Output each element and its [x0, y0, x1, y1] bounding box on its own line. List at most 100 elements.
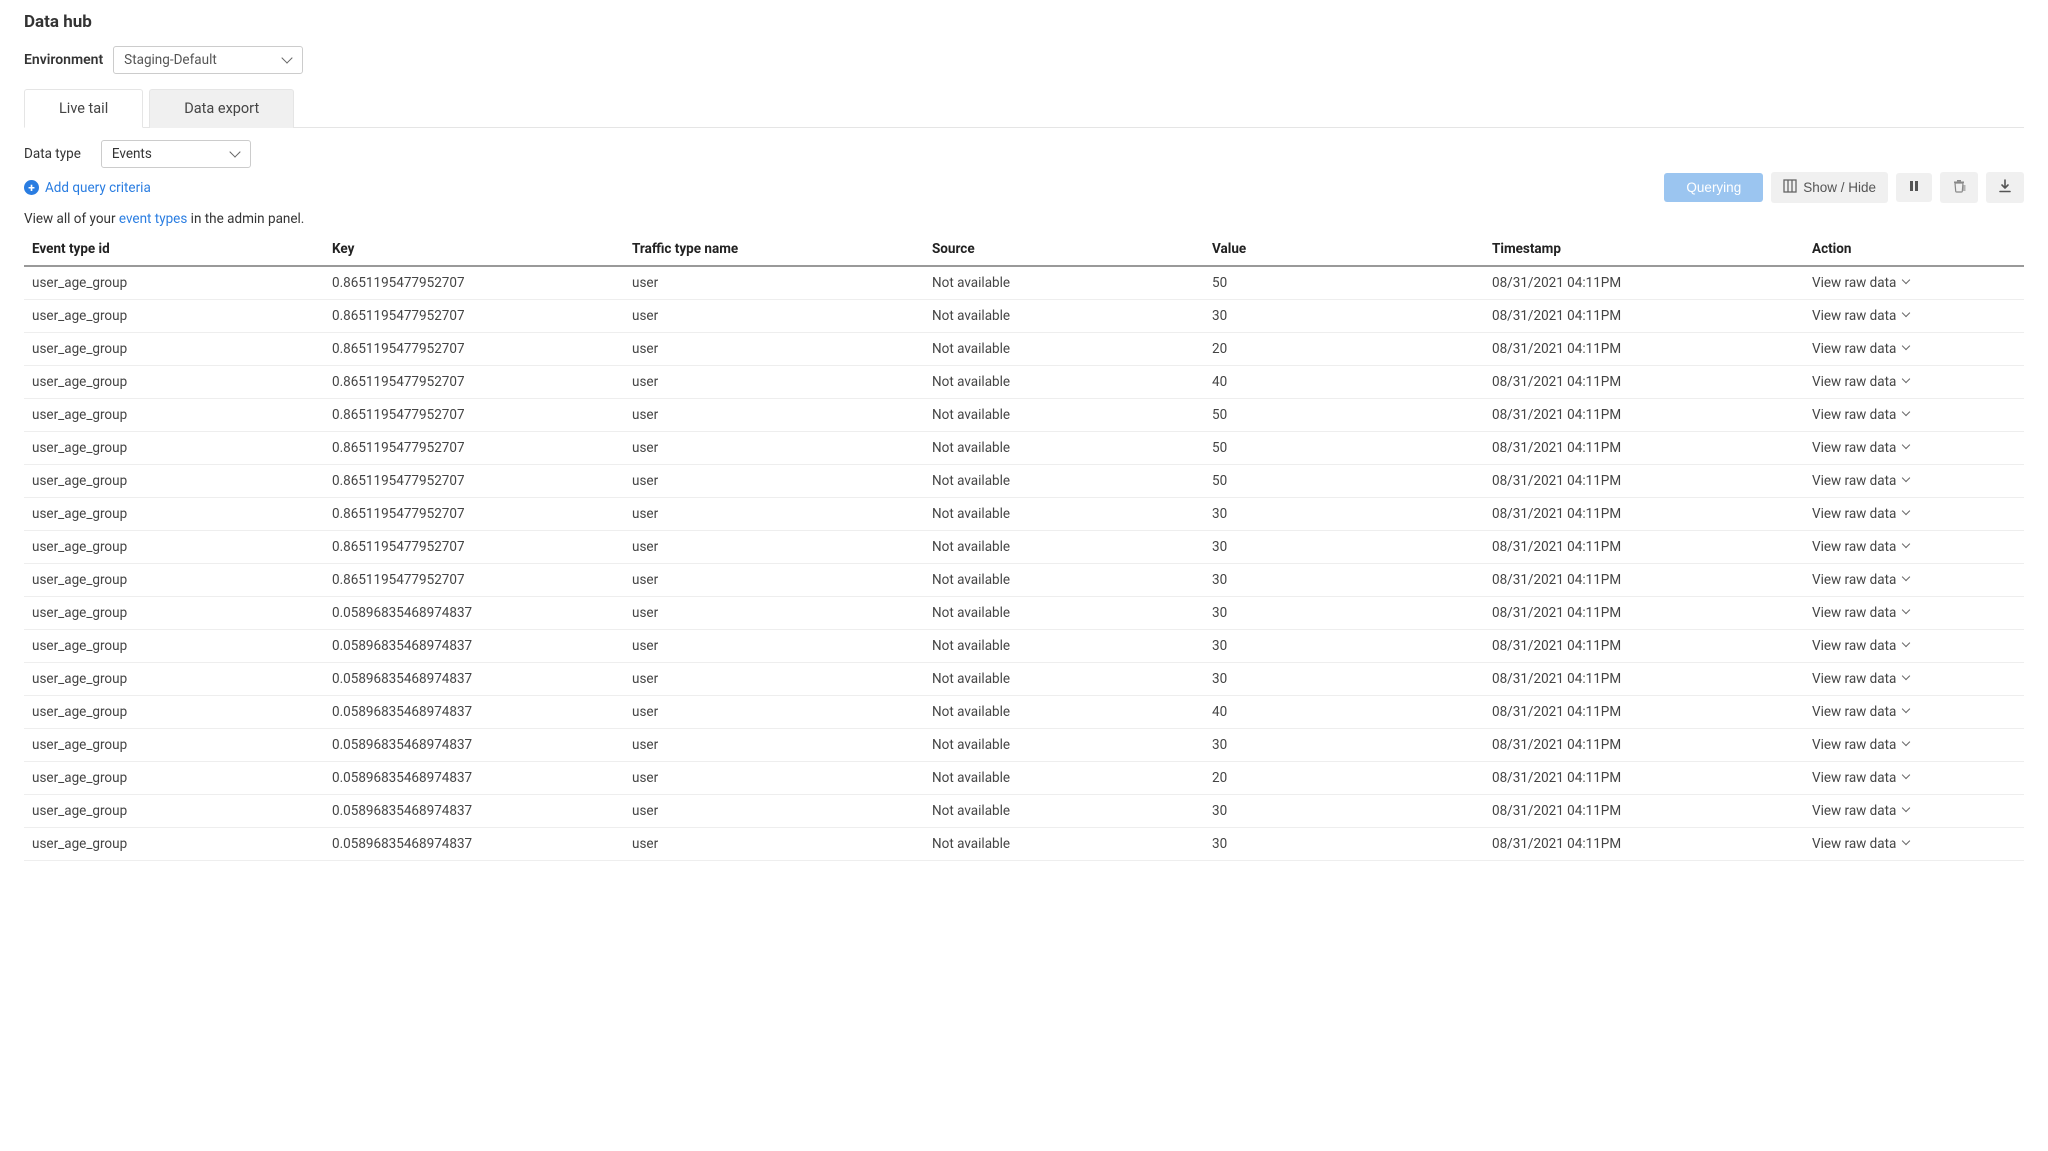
table-row: user_age_group0.05896835468974837userNot…: [24, 762, 2024, 795]
table-row: user_age_group0.8651195477952707userNot …: [24, 399, 2024, 432]
tabs: Live tail Data export: [24, 88, 2024, 128]
controls-row: + Add query criteria Querying Show / Hid…: [24, 172, 2024, 203]
cell-event-type-id: user_age_group: [24, 795, 324, 828]
view-raw-data-toggle[interactable]: View raw data: [1812, 803, 1912, 819]
cell-value: 20: [1204, 762, 1484, 795]
cell-value: 50: [1204, 465, 1484, 498]
cell-action: View raw data: [1804, 399, 2024, 432]
cell-traffic-type-name: user: [624, 828, 924, 861]
table-row: user_age_group0.8651195477952707userNot …: [24, 432, 2024, 465]
cell-source: Not available: [924, 399, 1204, 432]
view-raw-data-toggle[interactable]: View raw data: [1812, 572, 1912, 588]
cell-action: View raw data: [1804, 300, 2024, 333]
view-raw-data-label: View raw data: [1812, 275, 1896, 291]
cell-value: 20: [1204, 333, 1484, 366]
view-raw-data-label: View raw data: [1812, 506, 1896, 522]
event-types-link[interactable]: event types: [119, 211, 187, 227]
cell-source: Not available: [924, 663, 1204, 696]
cell-action: View raw data: [1804, 597, 2024, 630]
view-raw-data-toggle[interactable]: View raw data: [1812, 341, 1912, 357]
cell-event-type-id: user_age_group: [24, 498, 324, 531]
cell-event-type-id: user_age_group: [24, 828, 324, 861]
pause-button[interactable]: [1896, 173, 1932, 202]
view-raw-data-toggle[interactable]: View raw data: [1812, 407, 1912, 423]
view-raw-data-toggle[interactable]: View raw data: [1812, 704, 1912, 720]
cell-event-type-id: user_age_group: [24, 266, 324, 300]
cell-timestamp: 08/31/2021 04:11PM: [1484, 762, 1804, 795]
chevron-down-icon: [1902, 608, 1912, 618]
cell-value: 30: [1204, 531, 1484, 564]
cell-source: Not available: [924, 498, 1204, 531]
chevron-down-icon: [1902, 278, 1912, 288]
cell-value: 50: [1204, 266, 1484, 300]
cell-action: View raw data: [1804, 795, 2024, 828]
table-row: user_age_group0.8651195477952707userNot …: [24, 366, 2024, 399]
view-raw-data-toggle[interactable]: View raw data: [1812, 506, 1912, 522]
plus-circle-icon: +: [24, 180, 39, 195]
col-timestamp: Timestamp: [1484, 233, 1804, 266]
environment-row: Environment Staging-Default: [24, 46, 2024, 74]
download-button[interactable]: [1986, 172, 2024, 203]
cell-action: View raw data: [1804, 333, 2024, 366]
view-raw-data-toggle[interactable]: View raw data: [1812, 308, 1912, 324]
environment-value: Staging-Default: [124, 52, 217, 68]
cell-value: 30: [1204, 630, 1484, 663]
chevron-down-icon: [1902, 443, 1912, 453]
cell-timestamp: 08/31/2021 04:11PM: [1484, 597, 1804, 630]
cell-traffic-type-name: user: [624, 663, 924, 696]
view-raw-data-toggle[interactable]: View raw data: [1812, 638, 1912, 654]
view-raw-data-toggle[interactable]: View raw data: [1812, 836, 1912, 852]
col-source: Source: [924, 233, 1204, 266]
cell-action: View raw data: [1804, 432, 2024, 465]
view-raw-data-toggle[interactable]: View raw data: [1812, 440, 1912, 456]
cell-event-type-id: user_age_group: [24, 729, 324, 762]
view-raw-data-toggle[interactable]: View raw data: [1812, 374, 1912, 390]
cell-value: 30: [1204, 564, 1484, 597]
view-raw-data-toggle[interactable]: View raw data: [1812, 275, 1912, 291]
querying-button[interactable]: Querying: [1664, 173, 1763, 202]
trash-icon: [1952, 179, 1966, 196]
cell-source: Not available: [924, 597, 1204, 630]
table-row: user_age_group0.05896835468974837userNot…: [24, 828, 2024, 861]
data-type-select[interactable]: Events: [101, 140, 251, 168]
view-raw-data-label: View raw data: [1812, 737, 1896, 753]
environment-select[interactable]: Staging-Default: [113, 46, 303, 74]
cell-event-type-id: user_age_group: [24, 630, 324, 663]
view-raw-data-label: View raw data: [1812, 440, 1896, 456]
view-raw-data-toggle[interactable]: View raw data: [1812, 737, 1912, 753]
cell-event-type-id: user_age_group: [24, 762, 324, 795]
chevron-down-icon: [1902, 773, 1912, 783]
show-hide-button[interactable]: Show / Hide: [1771, 172, 1888, 203]
pause-icon: [1908, 180, 1920, 195]
cell-key: 0.8651195477952707: [324, 465, 624, 498]
data-type-label: Data type: [24, 146, 81, 162]
view-raw-data-toggle[interactable]: View raw data: [1812, 473, 1912, 489]
cell-value: 50: [1204, 432, 1484, 465]
chevron-down-icon: [1902, 575, 1912, 585]
cell-source: Not available: [924, 564, 1204, 597]
tab-live-tail[interactable]: Live tail: [24, 89, 143, 128]
cell-key: 0.05896835468974837: [324, 828, 624, 861]
view-raw-data-toggle[interactable]: View raw data: [1812, 539, 1912, 555]
view-raw-data-toggle[interactable]: View raw data: [1812, 770, 1912, 786]
cell-value: 30: [1204, 663, 1484, 696]
chevron-down-icon: [1902, 542, 1912, 552]
view-raw-data-toggle[interactable]: View raw data: [1812, 671, 1912, 687]
col-traffic-type-name: Traffic type name: [624, 233, 924, 266]
cell-key: 0.8651195477952707: [324, 266, 624, 300]
cell-source: Not available: [924, 696, 1204, 729]
table-row: user_age_group0.05896835468974837userNot…: [24, 696, 2024, 729]
view-raw-data-toggle[interactable]: View raw data: [1812, 605, 1912, 621]
view-raw-data-label: View raw data: [1812, 341, 1896, 357]
cell-traffic-type-name: user: [624, 432, 924, 465]
chevron-down-icon: [1902, 641, 1912, 651]
add-query-criteria-link[interactable]: + Add query criteria: [24, 180, 151, 196]
cell-timestamp: 08/31/2021 04:11PM: [1484, 432, 1804, 465]
cell-value: 30: [1204, 828, 1484, 861]
cell-value: 40: [1204, 366, 1484, 399]
tab-data-export[interactable]: Data export: [149, 89, 294, 128]
chevron-down-icon: [230, 149, 240, 159]
cell-traffic-type-name: user: [624, 333, 924, 366]
columns-icon: [1783, 179, 1797, 196]
clear-button[interactable]: [1940, 172, 1978, 203]
